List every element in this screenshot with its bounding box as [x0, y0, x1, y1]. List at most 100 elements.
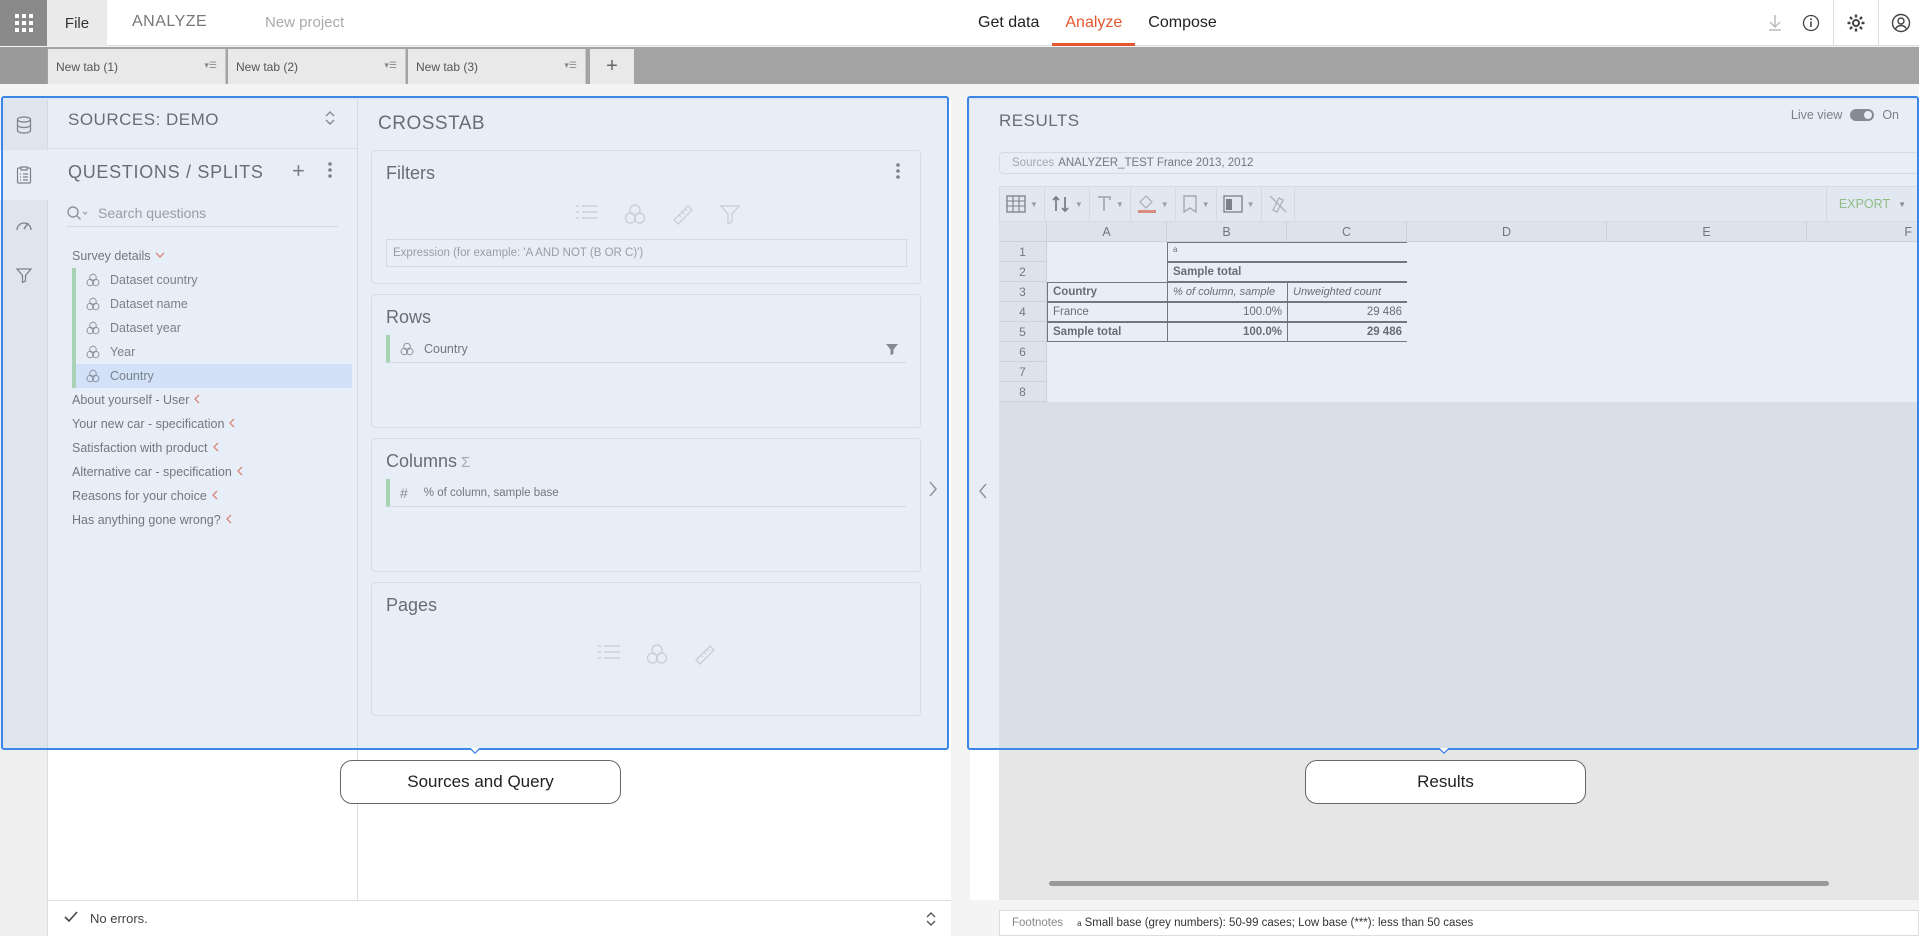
- tab-new-tab-1[interactable]: New tab (1) ▾☰: [48, 49, 226, 84]
- cell-d3[interactable]: [1407, 282, 1917, 302]
- tree-group-survey-details[interactable]: Survey details: [72, 244, 352, 268]
- sources-expand-toggle[interactable]: [324, 108, 336, 131]
- gear-icon[interactable]: [1838, 0, 1874, 46]
- tree-item-dataset-name[interactable]: Dataset name: [76, 292, 352, 316]
- row-header[interactable]: 1: [999, 242, 1047, 262]
- bookmark-button[interactable]: ▼: [1176, 187, 1217, 221]
- project-name[interactable]: New project: [265, 14, 344, 31]
- app-launcher-button[interactable]: [0, 0, 47, 46]
- live-view-toggle[interactable]: [1850, 109, 1875, 121]
- column-header-b[interactable]: B: [1167, 222, 1287, 242]
- rail-filters[interactable]: [0, 250, 48, 300]
- text-format-button[interactable]: ▼: [1090, 187, 1131, 221]
- horizontal-scrollbar[interactable]: [1049, 881, 1829, 886]
- column-header-d[interactable]: D: [1407, 222, 1607, 242]
- export-button[interactable]: EXPORT ▼: [1825, 187, 1918, 221]
- nav-compose[interactable]: Compose: [1135, 0, 1229, 46]
- nav-analyze[interactable]: Analyze: [1052, 0, 1136, 46]
- rail-sources[interactable]: [0, 100, 48, 150]
- nav-get-data[interactable]: Get data: [965, 0, 1052, 46]
- cell-c4[interactable]: 29 486: [1287, 302, 1408, 322]
- chevron-down-icon[interactable]: [155, 250, 165, 262]
- fill-color-button[interactable]: ▼: [1131, 187, 1176, 221]
- tree-item-country[interactable]: Country: [76, 364, 352, 388]
- row-header[interactable]: 4: [999, 302, 1047, 322]
- chevron-right-icon[interactable]: [928, 480, 938, 504]
- cell-d2[interactable]: [1407, 262, 1919, 282]
- file-menu-button[interactable]: File: [47, 0, 107, 46]
- row-header[interactable]: 3: [999, 282, 1047, 302]
- tree-group-satisfaction[interactable]: Satisfaction with product: [72, 436, 352, 460]
- search-questions-input[interactable]: [98, 205, 318, 221]
- cell-b3[interactable]: % of column, sample: [1167, 282, 1288, 302]
- cell-a1[interactable]: [1047, 242, 1167, 262]
- cell-d4[interactable]: [1407, 302, 1917, 322]
- rail-questions[interactable]: [0, 150, 48, 200]
- search-icon[interactable]: [66, 205, 88, 221]
- clear-format-button[interactable]: [1262, 187, 1295, 221]
- download-icon[interactable]: [1757, 0, 1793, 46]
- sigma-icon[interactable]: Σ: [461, 454, 470, 471]
- tab-menu-icon[interactable]: ▾☰: [204, 60, 217, 71]
- cell-b2[interactable]: Sample total: [1167, 262, 1408, 282]
- filter-expression-input[interactable]: [386, 239, 907, 267]
- corner-cell[interactable]: [999, 222, 1047, 242]
- chevron-left-icon[interactable]: [212, 442, 220, 455]
- chevron-left-icon[interactable]: [978, 482, 988, 503]
- row-header[interactable]: 6: [999, 342, 1047, 362]
- tree-group-gone-wrong[interactable]: Has anything gone wrong?: [72, 508, 352, 532]
- cell-a7[interactable]: [1047, 362, 1919, 382]
- tree-item-year[interactable]: Year: [76, 340, 352, 364]
- info-icon[interactable]: [1793, 0, 1829, 46]
- chevron-left-icon[interactable]: [236, 466, 244, 479]
- column-header-c[interactable]: C: [1287, 222, 1407, 242]
- field-filter-icon[interactable]: [886, 343, 898, 358]
- column-header-a[interactable]: A: [1047, 222, 1167, 242]
- tree-group-reasons[interactable]: Reasons for your choice: [72, 484, 352, 508]
- tree-group-new-car-spec[interactable]: Your new car - specification: [72, 412, 352, 436]
- chevron-left-icon[interactable]: [228, 418, 236, 431]
- rail-dashboard[interactable]: [0, 200, 48, 250]
- tree-group-about-yourself[interactable]: About yourself - User: [72, 388, 352, 412]
- cell-a3[interactable]: Country: [1047, 282, 1168, 302]
- cell-d1[interactable]: [1407, 242, 1919, 262]
- cell-a4[interactable]: France: [1047, 302, 1168, 322]
- add-tab-button[interactable]: +: [590, 49, 634, 84]
- questions-more-menu[interactable]: [328, 162, 332, 181]
- cell-c5[interactable]: 29 486: [1287, 322, 1408, 342]
- columns-field-percent[interactable]: # % of column, sample base: [386, 479, 906, 507]
- tree-group-alternative-car[interactable]: Alternative car - specification: [72, 460, 352, 484]
- tab-menu-icon[interactable]: ▾☰: [384, 60, 397, 71]
- cell-a5[interactable]: Sample total: [1047, 322, 1168, 342]
- cell-b5[interactable]: 100.0%: [1167, 322, 1288, 342]
- row-header[interactable]: 5: [999, 322, 1047, 342]
- cell-a8[interactable]: [1047, 382, 1919, 402]
- rows-field-country[interactable]: Country: [386, 335, 906, 363]
- tree-item-dataset-country[interactable]: Dataset country: [76, 268, 352, 292]
- add-question-button[interactable]: +: [292, 158, 305, 184]
- column-header-e[interactable]: E: [1607, 222, 1807, 242]
- cell-a2[interactable]: [1047, 262, 1167, 282]
- cell-b1[interactable]: a: [1167, 242, 1408, 262]
- cell-d5[interactable]: [1407, 322, 1917, 342]
- sort-button[interactable]: ▼: [1045, 187, 1090, 221]
- status-expand-toggle[interactable]: [925, 909, 937, 932]
- cell-b4[interactable]: 100.0%: [1167, 302, 1288, 322]
- tab-new-tab-2[interactable]: New tab (2) ▾☰: [228, 49, 406, 84]
- row-header[interactable]: 2: [999, 262, 1047, 282]
- row-header[interactable]: 7: [999, 362, 1047, 382]
- layout-button[interactable]: ▼: [1217, 187, 1262, 221]
- tab-new-tab-3[interactable]: New tab (3) ▾☰: [408, 49, 586, 84]
- tab-menu-icon[interactable]: ▾☰: [564, 60, 577, 71]
- tree-item-dataset-year[interactable]: Dataset year: [76, 316, 352, 340]
- table-view-button[interactable]: ▼: [1000, 187, 1045, 221]
- row-header[interactable]: 8: [999, 382, 1047, 402]
- chevron-left-icon[interactable]: [225, 514, 233, 527]
- column-header-f[interactable]: F: [1807, 222, 1919, 242]
- filters-more-menu[interactable]: [896, 163, 900, 182]
- cell-c3[interactable]: Unweighted count: [1287, 282, 1408, 302]
- chevron-left-icon[interactable]: [193, 394, 201, 407]
- cell-a6[interactable]: [1047, 342, 1919, 362]
- user-account-icon[interactable]: [1883, 0, 1919, 46]
- chevron-left-icon[interactable]: [211, 490, 219, 503]
